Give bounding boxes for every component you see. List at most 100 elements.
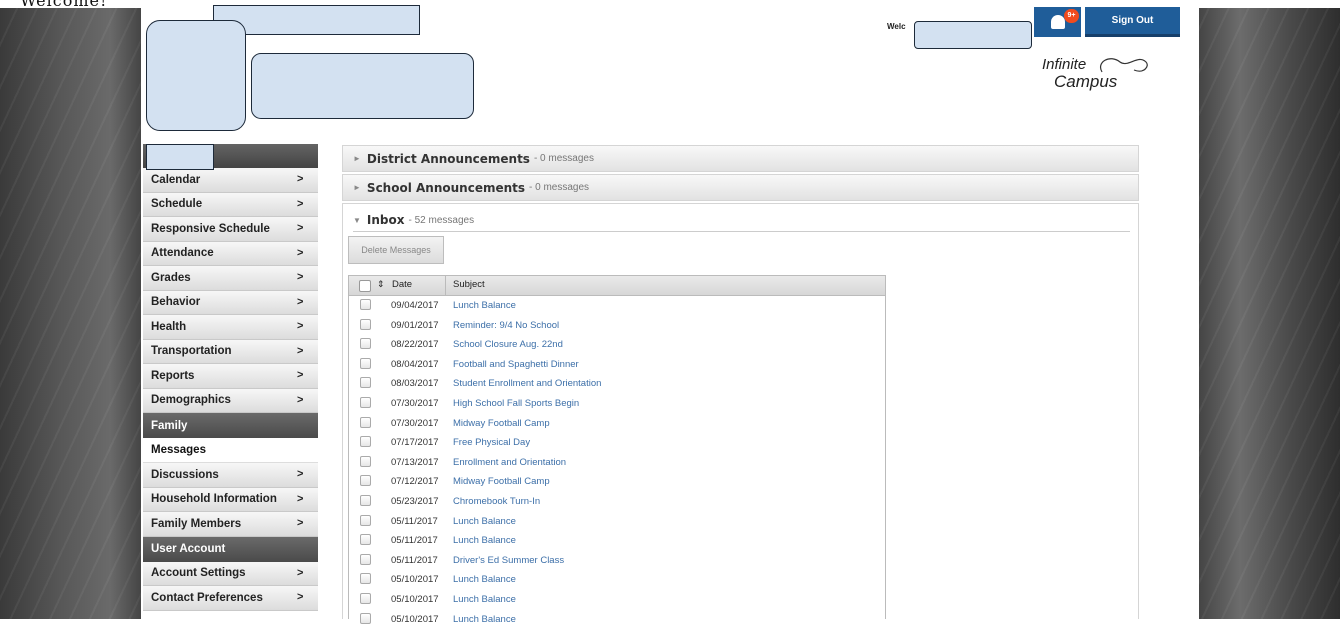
row-subject-link[interactable]: Lunch Balance <box>453 300 516 311</box>
row-checkbox[interactable] <box>360 593 371 604</box>
row-checkbox[interactable] <box>360 377 371 388</box>
row-checkbox[interactable] <box>360 554 371 565</box>
sign-out-button[interactable]: Sign Out <box>1085 7 1180 37</box>
sidebar-item-behavior[interactable]: Behavior> <box>143 291 318 316</box>
sidebar-section-family: Family <box>143 413 318 438</box>
row-checkbox[interactable] <box>360 436 371 447</box>
notification-badge: 9+ <box>1064 9 1079 23</box>
row-checkbox[interactable] <box>360 417 371 428</box>
top-title: Welcome! <box>20 0 107 10</box>
row-subject-link[interactable]: School Closure Aug. 22nd <box>453 339 563 350</box>
row-subject-link[interactable]: Driver's Ed Summer Class <box>453 555 564 566</box>
bell-icon <box>1051 15 1065 29</box>
sidebar-item-demographics[interactable]: Demographics > <box>143 389 318 414</box>
row-checkbox[interactable] <box>360 515 371 526</box>
district-announcements-bar[interactable]: ► District Announcements - 0 messages <box>342 145 1139 172</box>
sidebar-item-grades[interactable]: Grades> <box>143 266 318 291</box>
table-row: 07/17/2017Free Physical Day <box>349 433 885 453</box>
row-subject-link[interactable]: High School Fall Sports Begin <box>453 398 579 409</box>
row-date: 05/10/2017 <box>391 574 439 585</box>
row-date: 09/04/2017 <box>391 300 439 311</box>
row-checkbox[interactable] <box>360 299 371 310</box>
sidebar-item-calendar[interactable]: Calendar > <box>143 168 318 193</box>
sidebar-item-label: Family Members <box>151 518 241 530</box>
table-row: 07/30/2017High School Fall Sports Begin <box>349 394 885 414</box>
row-subject-link[interactable]: Lunch Balance <box>453 516 516 527</box>
sidebar-item-reports[interactable]: Reports> <box>143 364 318 389</box>
table-row: 09/01/2017 Reminder: 9/4 No School <box>349 316 885 336</box>
sidebar-item-discussions[interactable]: Discussions> <box>143 463 318 488</box>
welcome-text: Welc <box>887 22 906 31</box>
row-checkbox[interactable] <box>360 456 371 467</box>
select-all-checkbox[interactable] <box>359 280 371 292</box>
chevron-right-icon: > <box>297 320 303 332</box>
sidebar-item-messages[interactable]: Messages <box>143 438 318 463</box>
row-checkbox[interactable] <box>360 534 371 545</box>
row-subject-link[interactable]: Lunch Balance <box>453 574 516 585</box>
row-date: 08/04/2017 <box>391 359 439 370</box>
inbox-header[interactable]: ▼ Inbox - 52 messages <box>353 209 1130 232</box>
table-row: 07/13/2017Enrollment and Orientation <box>349 453 885 473</box>
sidebar-item-label: Schedule <box>151 198 202 210</box>
caret-down-icon: ▼ <box>353 216 361 225</box>
row-checkbox[interactable] <box>360 319 371 330</box>
row-checkbox[interactable] <box>360 475 371 486</box>
sidebar-item-label: Transportation <box>151 345 232 357</box>
sort-icon[interactable]: ⇕ <box>377 279 385 290</box>
row-subject-link[interactable]: Lunch Balance <box>453 535 516 546</box>
chevron-right-icon: > <box>297 468 303 480</box>
sidebar-section-user-account: User Account <box>143 537 318 562</box>
table-row: 08/03/2017Student Enrollment and Orienta… <box>349 374 885 394</box>
column-divider <box>445 276 446 295</box>
table-header: ⇕ Date Subject <box>349 276 885 296</box>
sidebar-item-label: Attendance <box>151 247 214 259</box>
chevron-right-icon: > <box>297 394 303 406</box>
sidebar-item-account-settings[interactable]: Account Settings> <box>143 562 318 587</box>
row-subject-link[interactable]: Lunch Balance <box>453 594 516 605</box>
sidebar-item-responsive-schedule[interactable]: Responsive Schedule> <box>143 217 318 242</box>
sidebar-item-household-information[interactable]: Household Information> <box>143 488 318 513</box>
district-announcements-title: District Announcements <box>367 152 530 166</box>
row-subject-link[interactable]: Enrollment and Orientation <box>453 457 566 468</box>
column-header-date[interactable]: Date <box>392 279 412 290</box>
row-subject-link[interactable]: Reminder: 9/4 No School <box>453 320 559 331</box>
sidebar-item-family-members[interactable]: Family Members> <box>143 512 318 537</box>
row-checkbox[interactable] <box>360 358 371 369</box>
row-subject-link[interactable]: Chromebook Turn-In <box>453 496 540 507</box>
sidebar-item-label: Demographics <box>151 394 231 406</box>
row-subject-link[interactable]: Midway Football Camp <box>453 476 550 487</box>
logo-text-infinite: Infinite <box>1042 56 1086 73</box>
row-checkbox[interactable] <box>360 613 371 624</box>
column-header-subject[interactable]: Subject <box>453 279 485 290</box>
district-announcements-count: - 0 messages <box>534 153 594 164</box>
sidebar-item-label: Calendar <box>151 174 200 186</box>
row-checkbox[interactable] <box>360 573 371 584</box>
row-subject-link[interactable]: Lunch Balance <box>453 614 516 625</box>
row-date: 05/11/2017 <box>391 535 438 546</box>
row-checkbox[interactable] <box>360 397 371 408</box>
row-checkbox[interactable] <box>360 495 371 506</box>
sidebar-item-schedule[interactable]: Schedule> <box>143 193 318 218</box>
row-date: 07/12/2017 <box>391 476 439 487</box>
delete-messages-button[interactable]: Delete Messages <box>348 236 444 264</box>
row-checkbox[interactable] <box>360 338 371 349</box>
sidebar-item-health[interactable]: Health> <box>143 315 318 340</box>
row-subject-link[interactable]: Football and Spaghetti Dinner <box>453 359 579 370</box>
sidebar-item-contact-preferences[interactable]: Contact Preferences> <box>143 586 318 611</box>
chevron-right-icon: > <box>297 369 303 381</box>
sidebar: Calendar> Schedule> Responsive Schedule>… <box>143 144 318 611</box>
sidebar-item-attendance[interactable]: Attendance> <box>143 242 318 267</box>
chevron-right-icon: > <box>297 173 303 185</box>
redacted-school-box <box>251 53 474 119</box>
row-subject-link[interactable]: Midway Football Camp <box>453 418 550 429</box>
school-announcements-bar[interactable]: ► School Announcements - 0 messages <box>342 174 1139 201</box>
school-announcements-title: School Announcements <box>367 181 525 195</box>
sidebar-item-transportation[interactable]: Transportation> <box>143 340 318 365</box>
row-subject-link[interactable]: Student Enrollment and Orientation <box>453 378 601 389</box>
row-subject-link[interactable]: Free Physical Day <box>453 437 530 448</box>
row-date: 07/30/2017 <box>391 418 439 429</box>
caret-right-icon: ► <box>353 183 361 192</box>
chevron-right-icon: > <box>297 271 303 283</box>
inbox-count: - 52 messages <box>409 215 475 226</box>
row-date: 09/01/2017 <box>391 320 439 331</box>
